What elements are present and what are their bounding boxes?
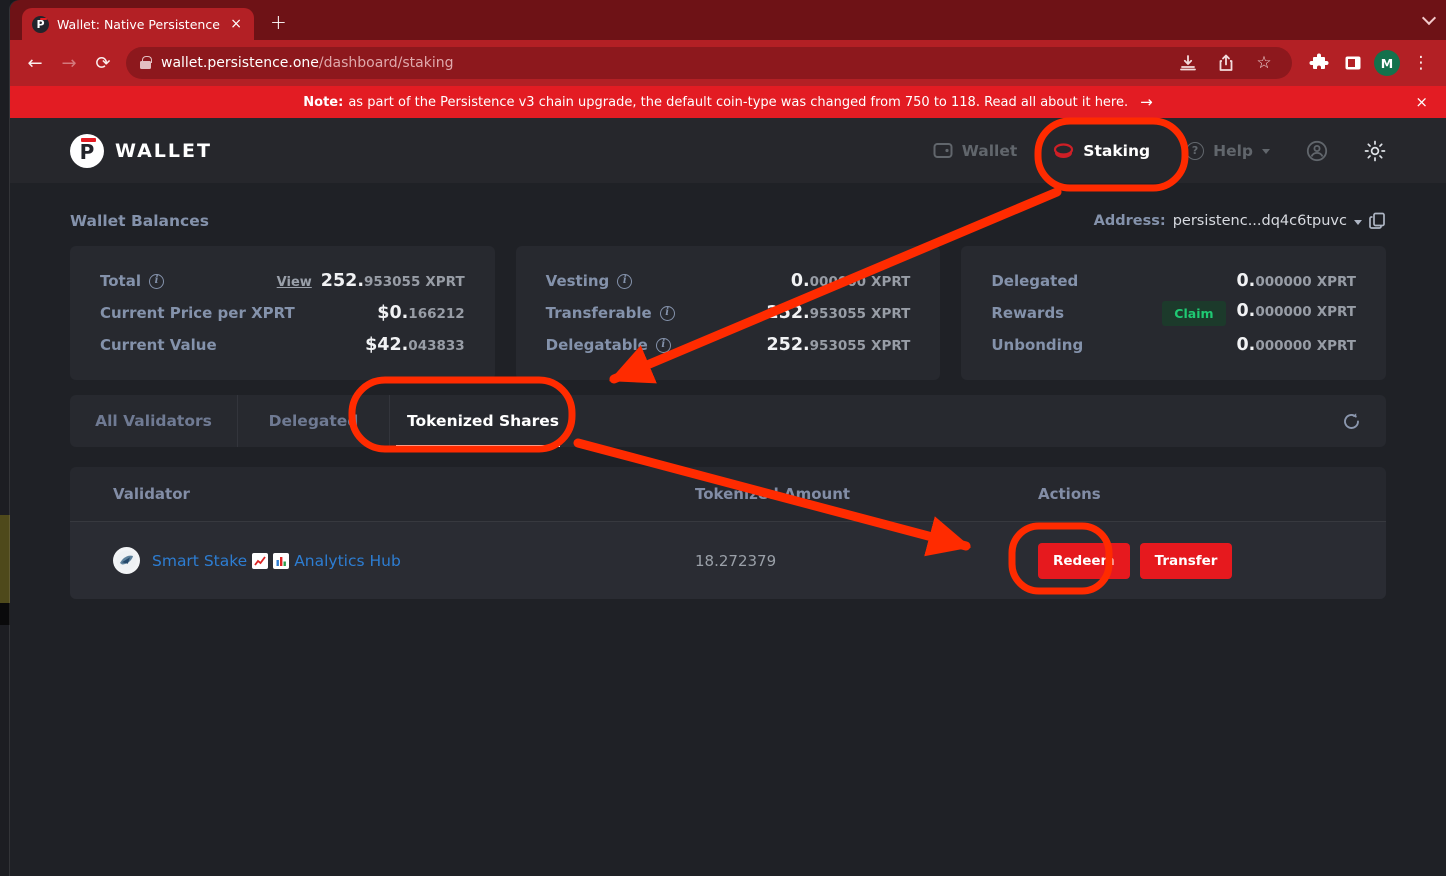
upgrade-note-banner: Note: as part of the Persistence v3 chai… [10,86,1446,118]
browser-tab[interactable]: P Wallet: Native Persistence Wel × [22,8,254,40]
nav-item-wallet[interactable]: Wallet [933,142,1018,160]
bookmark-star-icon[interactable]: ☆ [1250,49,1278,77]
tab-search-chevron-icon[interactable] [1424,12,1434,22]
download-icon[interactable] [1174,49,1202,77]
balance-label: Delegated [991,272,1078,290]
address-value: persistenc...dq4c6tpuvc [1173,213,1347,229]
tab-delegated[interactable]: Delegated [238,395,390,447]
share-icon[interactable] [1212,49,1240,77]
account-button[interactable] [1306,140,1328,162]
tokenized-amount-value: 18.272379 [695,552,776,570]
info-icon[interactable]: i [656,338,671,353]
desktop-wallpaper-patch [0,515,10,603]
chart-increasing-emoji-icon [252,553,268,569]
balance-label: Current Price per XPRT [100,304,295,322]
address-display[interactable]: Address: persistenc...dq4c6tpuvc [1094,212,1386,230]
wallet-app: P WALLET Wallet Staking ? Help [10,118,1446,876]
balance-label: Current Value [100,336,217,354]
tab-title: Wallet: Native Persistence Wel [57,17,220,32]
validator-tabbar: All Validators Delegated Tokenized Share… [70,395,1386,447]
bar-chart-emoji-icon [273,553,289,569]
persistence-logo-icon[interactable]: P [70,134,104,168]
refresh-icon [1341,411,1362,432]
balance-label: Delegatable [546,336,648,354]
nav-item-help[interactable]: ? Help [1186,142,1270,160]
nav-item-staking[interactable]: Staking [1053,141,1150,161]
balance-label: Transferable [546,304,652,322]
app-header: P WALLET Wallet Staking ? Help [10,118,1446,183]
sun-icon [1364,140,1386,162]
balance-row: Rewards Claim0.000000XPRT [991,297,1356,329]
header-tokenized-amount: Tokenized Amount [695,485,1038,503]
note-text[interactable]: as part of the Persistence v3 chain upgr… [348,95,1128,110]
balance-card-total: Totali View252.953055XPRT Current Price … [70,246,495,380]
wallet-icon [933,142,953,159]
claim-button[interactable]: Claim [1162,301,1225,326]
browser-window: P Wallet: Native Persistence Wel × + ← →… [10,0,1446,876]
persistence-favicon-icon: P [32,16,49,33]
balance-label: Vesting [546,272,610,290]
transfer-button[interactable]: Transfer [1140,543,1233,579]
url-text[interactable]: wallet.persistence.one/dashboard/staking [161,55,454,71]
balance-label: Total [100,272,141,290]
balance-row: Totali View252.953055XPRT [100,265,465,297]
balance-row: Transferablei 252.953055XPRT [546,297,911,329]
banner-close-icon[interactable]: × [1415,86,1428,118]
help-question-icon: ? [1186,142,1204,160]
address-label: Address: [1094,213,1166,229]
staking-coin-icon [1053,141,1074,161]
balance-card-availability: Vestingi 0.000000XPRT Transferablei 252.… [516,246,941,380]
forward-button[interactable]: → [52,46,86,80]
info-icon[interactable]: i [660,306,675,321]
lock-icon[interactable] [140,61,151,69]
header-validator: Validator [70,485,695,503]
validator-link[interactable]: Smart Stake Analytics Hub [152,552,401,570]
note-label: Note: [303,95,343,110]
tab-tokenized-shares[interactable]: Tokenized Shares [390,395,576,447]
desktop-background-sliver [0,0,10,876]
side-panel-icon[interactable] [1336,46,1370,80]
main-nav: Wallet Staking ? Help [933,140,1386,162]
back-button[interactable]: ← [18,46,52,80]
help-caret-icon [1262,149,1270,154]
view-link[interactable]: View [277,275,312,290]
desktop-wallpaper-patch-dark [0,603,10,625]
balance-row: Unbonding 0.000000XPRT [991,329,1356,361]
brand-title: WALLET [115,140,212,162]
browser-tab-strip: P Wallet: Native Persistence Wel × + [10,0,1446,40]
header-actions: Actions [1038,485,1386,503]
extensions-puzzle-icon[interactable] [1302,46,1336,80]
balance-row: Current Price per XPRT $0.166212 [100,297,465,329]
browser-menu-icon[interactable]: ⋮ [1404,46,1438,80]
reload-button[interactable]: ⟳ [86,46,120,80]
balance-card-staking: Delegated 0.000000XPRT Rewards Claim0.00… [961,246,1386,380]
refresh-button[interactable] [1341,411,1362,432]
address-bar[interactable]: wallet.persistence.one/dashboard/staking… [126,47,1292,79]
note-arrow-icon[interactable]: → [1140,93,1153,111]
balance-label: Unbonding [991,336,1083,354]
info-icon[interactable]: i [149,274,164,289]
person-circle-icon [1306,140,1328,162]
page-title: Wallet Balances [70,212,209,230]
dashboard-content: Wallet Balances Address: persistenc...dq… [10,210,1446,599]
address-caret-icon[interactable] [1354,220,1362,225]
new-tab-button[interactable]: + [270,12,287,32]
validator-avatar [113,547,140,574]
browser-profile-avatar[interactable]: M [1374,50,1400,76]
copy-address-icon[interactable] [1369,212,1386,230]
tokenized-shares-table: Validator Tokenized Amount Actions Smart… [70,467,1386,599]
balance-row: Vestingi 0.000000XPRT [546,265,911,297]
balance-row: Delegatablei 252.953055XPRT [546,329,911,361]
tab-close-icon[interactable]: × [228,17,244,31]
balance-row: Current Value $42.043833 [100,329,465,361]
tab-all-validators[interactable]: All Validators [70,395,238,447]
table-row: Smart Stake Analytics Hub 18.272379 Rede… [70,521,1386,599]
balance-row: Delegated 0.000000XPRT [991,265,1356,297]
balance-label: Rewards [991,304,1064,322]
table-header: Validator Tokenized Amount Actions [70,467,1386,521]
theme-toggle-button[interactable] [1364,140,1386,162]
redeem-button[interactable]: Redeem [1038,543,1130,579]
browser-toolbar: ← → ⟳ wallet.persistence.one/dashboard/s… [10,40,1446,86]
info-icon[interactable]: i [617,274,632,289]
